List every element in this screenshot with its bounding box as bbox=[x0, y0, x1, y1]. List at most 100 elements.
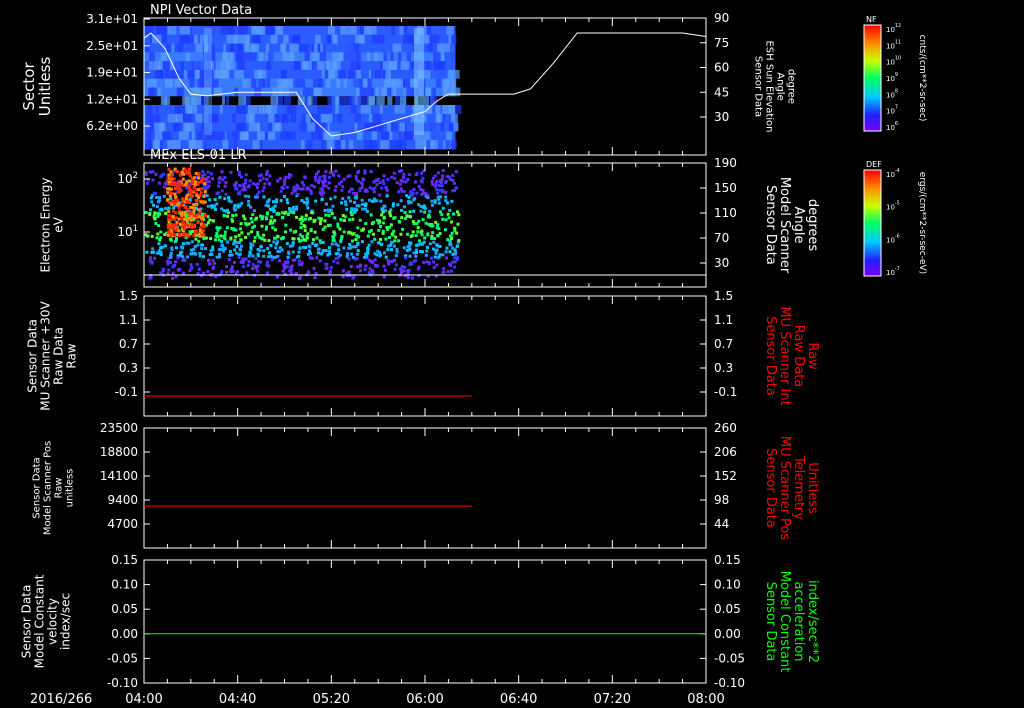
spectro-cell bbox=[400, 265, 404, 269]
spectro-cell bbox=[234, 187, 238, 191]
spectro-cell bbox=[239, 238, 243, 242]
spectro-cell bbox=[399, 187, 403, 191]
spectro-cell bbox=[239, 227, 243, 231]
spectro-cell bbox=[256, 269, 260, 273]
colorbar-label: DEF bbox=[866, 160, 882, 169]
spectro-cell bbox=[267, 251, 271, 255]
spectro-cell bbox=[411, 220, 415, 224]
spectro-cell bbox=[244, 235, 248, 239]
y-tick-label: -0.10 bbox=[107, 676, 138, 690]
spectro-cell bbox=[451, 189, 455, 193]
spectro-cell bbox=[323, 174, 327, 178]
spectro-cell bbox=[444, 256, 448, 260]
spectro-cell bbox=[402, 205, 406, 209]
heatmap-cell bbox=[303, 87, 314, 97]
spectro-cell bbox=[336, 261, 340, 265]
spectro-cell bbox=[149, 275, 153, 279]
heatmap-cell bbox=[290, 113, 297, 123]
spectro-cell bbox=[357, 235, 361, 239]
spectro-cell bbox=[223, 230, 227, 234]
spectro-cell bbox=[401, 179, 405, 183]
heatmap-cell bbox=[445, 105, 456, 114]
spectro-cell bbox=[163, 244, 167, 248]
y2-tick-label: 30 bbox=[714, 256, 729, 270]
spectro-cell bbox=[227, 196, 231, 200]
spectro-cell bbox=[238, 192, 242, 196]
y2-tick-label: 1.5 bbox=[714, 289, 733, 303]
heatmap-cell bbox=[249, 34, 261, 44]
spectro-cell bbox=[400, 169, 404, 173]
spectro-cell bbox=[327, 186, 331, 190]
heatmap-cell bbox=[347, 69, 355, 79]
spectro-cell bbox=[397, 190, 401, 194]
spectro-cell bbox=[155, 236, 159, 240]
spectro-cell bbox=[381, 208, 385, 212]
spectro-cell bbox=[269, 243, 273, 247]
spectro-cell bbox=[276, 275, 280, 279]
spectro-cell bbox=[225, 265, 229, 269]
spectro-cell bbox=[284, 230, 288, 234]
spectro-cell bbox=[334, 169, 338, 173]
spectro-cell bbox=[224, 270, 228, 274]
spectro-cell bbox=[181, 245, 185, 249]
spectro-cell bbox=[258, 178, 262, 182]
spectro-cell bbox=[364, 222, 368, 226]
spectro-cell bbox=[324, 262, 328, 266]
heatmap-cell bbox=[301, 61, 308, 70]
heatmap-cell bbox=[180, 61, 185, 70]
heatmap-cell bbox=[149, 61, 153, 70]
spectro-cell bbox=[254, 257, 258, 261]
heatmap-cell bbox=[270, 34, 278, 44]
y-label-line: Model Scanner Pos bbox=[43, 441, 54, 535]
spectro-cell bbox=[373, 258, 377, 262]
spectro-burst bbox=[177, 229, 181, 233]
spectro-cell bbox=[323, 209, 327, 213]
y2-tick-label: 190 bbox=[714, 156, 737, 170]
spectro-cell bbox=[302, 224, 306, 228]
spectro-burst bbox=[192, 209, 196, 213]
spectro-cell bbox=[263, 238, 267, 242]
spectro-cell bbox=[317, 181, 321, 185]
spectro-cell bbox=[149, 208, 153, 212]
y2-tick-label: -0.05 bbox=[714, 651, 745, 665]
spectro-cell bbox=[401, 176, 405, 180]
heatmap-cell bbox=[287, 105, 293, 114]
spectro-cell bbox=[217, 252, 221, 256]
spectro-cell bbox=[262, 254, 266, 258]
spectro-cell bbox=[352, 245, 356, 249]
spectro-cell bbox=[311, 241, 315, 245]
spectro-cell bbox=[285, 198, 289, 202]
spectro-cell bbox=[159, 246, 163, 250]
y2-label-line: Raw bbox=[805, 342, 820, 370]
spectro-cell bbox=[235, 244, 239, 248]
colorbar-tick: 10-5 bbox=[886, 201, 900, 212]
spectro-cell bbox=[453, 256, 457, 260]
spectro-cell bbox=[283, 266, 287, 270]
spectro-cell bbox=[262, 233, 266, 237]
spectro-cell bbox=[337, 248, 341, 252]
panel-2: 102 101 190 150 110 70 30 MEx ELS-01 LR Electron… bbox=[39, 148, 820, 288]
spectro-burst bbox=[166, 223, 170, 227]
spectro-cell bbox=[350, 208, 354, 212]
spectro-cell bbox=[457, 239, 461, 243]
heatmap-cell bbox=[226, 131, 235, 141]
spectro-cell bbox=[342, 177, 346, 181]
spectro-cell bbox=[229, 236, 233, 240]
y-tick-label: 0.7 bbox=[119, 337, 138, 351]
spectro-cell bbox=[220, 189, 224, 193]
spectro-cell bbox=[405, 214, 409, 218]
colorbar-gradient bbox=[864, 170, 881, 276]
spectro-cell bbox=[432, 247, 436, 251]
spectro-cell bbox=[292, 237, 296, 241]
spectro-cell bbox=[441, 188, 445, 192]
spectro-cell bbox=[397, 239, 401, 243]
spectro-burst bbox=[196, 220, 200, 224]
heatmap-cell bbox=[389, 131, 393, 141]
heatmap-cell bbox=[235, 105, 241, 114]
heatmap-cell bbox=[363, 87, 372, 97]
spectro-cell bbox=[207, 180, 211, 184]
heatmap-cell bbox=[415, 140, 426, 149]
spectro-cell bbox=[361, 207, 365, 211]
spectro-cell bbox=[437, 201, 441, 205]
y-label-line: MU Scanner +30V bbox=[39, 301, 53, 411]
